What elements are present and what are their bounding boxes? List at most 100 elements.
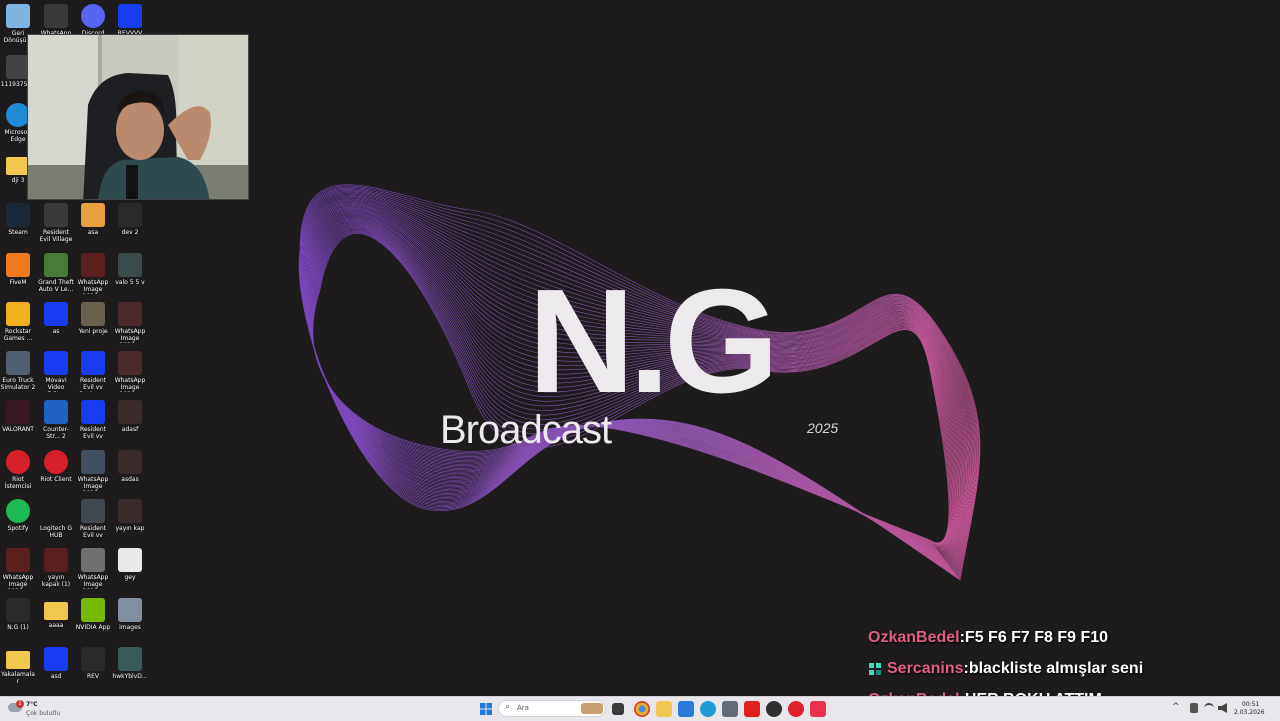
desktop-icon[interactable]: WhatsApp Image 2026... [112, 351, 148, 392]
wifi-icon[interactable] [1204, 703, 1214, 713]
desktop-icon-label: aaaa [48, 622, 64, 629]
cs2-icon [44, 400, 68, 424]
desktop-icon-label: WhatsApp Image 2026... [114, 328, 146, 343]
desktop-icon[interactable]: asdas [112, 450, 148, 483]
desktop-icon[interactable]: Steam [0, 203, 36, 236]
volume-icon[interactable] [1218, 703, 1227, 713]
desktop-icon[interactable]: Riot İstemcisi [0, 450, 36, 490]
chat-message: OzkanBedel : HER BOKU ATTIM [868, 684, 1268, 697]
youtube-icon[interactable] [744, 701, 760, 717]
obs-icon[interactable] [766, 701, 782, 717]
tray-chevron-icon[interactable]: ^ [1172, 702, 1180, 712]
chat-text: F5 F6 F7 F8 F9 F10 [964, 628, 1109, 646]
desktop-icon[interactable]: Counter-Str... 2 [38, 400, 74, 440]
desktop-icon[interactable]: WhatsApp Image 2026... [75, 253, 111, 294]
desktop-icon[interactable]: Resident Evil vv [75, 400, 111, 440]
desktop-icon[interactable]: N.G (1) [0, 598, 36, 631]
clock-date[interactable]: 2.03.2026 [1234, 709, 1265, 716]
desktop-icon[interactable]: yayın kap [112, 499, 148, 532]
media-file-icon [118, 548, 142, 572]
desktop-icon[interactable]: WhatsApp [38, 4, 74, 37]
desktop-icon[interactable]: Discord [75, 4, 111, 37]
desktop-icon[interactable]: asa [75, 203, 111, 236]
chat-text: blackliste almışlar seni [968, 659, 1144, 677]
desktop-icon-label: Steam [8, 229, 28, 236]
subscriber-badge-icon [869, 662, 881, 675]
task-view-icon[interactable] [612, 703, 624, 715]
desktop-icon-label: images [119, 624, 141, 631]
image-thumbnail-icon [81, 302, 105, 326]
desktop-icon-label: asa [87, 229, 99, 236]
image-thumbnail-icon [118, 400, 142, 424]
brand-year: 2025 [807, 420, 839, 436]
desktop-icon-label: gey [124, 574, 136, 581]
chat-text: HER BOKU ATTIM [965, 688, 1102, 697]
desktop-icon[interactable]: gey [112, 548, 148, 581]
image-thumbnail-icon [81, 450, 105, 474]
desktop-icon-label: N.G (1) [7, 624, 29, 631]
desktop-icon[interactable]: Yakalamalar [0, 647, 36, 685]
desktop-icon[interactable]: aaaa [38, 598, 74, 629]
desktop-icon[interactable]: NVIDIA App [75, 598, 111, 631]
weather-widget[interactable]: 1 7°C Çok bulutlu [6, 699, 76, 719]
desktop-icon[interactable]: REVVVV [112, 4, 148, 37]
desktop-icon[interactable]: WhatsApp Image 2026... [112, 302, 148, 343]
start-button[interactable] [478, 701, 494, 717]
desktop-icon[interactable]: Yeni proje [75, 302, 111, 335]
weather-desc: Çok bulutlu [26, 710, 61, 717]
desktop-icon[interactable]: Euro Truck Simulator 2 [0, 351, 36, 391]
desktop-icon[interactable]: images [112, 598, 148, 631]
desktop-icon[interactable]: adasf [112, 400, 148, 433]
desktop-icon[interactable]: FiveM [0, 253, 36, 286]
desktop-icon[interactable]: WhatsApp Image 2026... [75, 450, 111, 491]
desktop-icon[interactable]: yayın kapalı (1) [38, 548, 74, 588]
desktop-icon[interactable]: dev 2 [112, 203, 148, 236]
desktop-icon[interactable]: WhatsApp Image 2026... [0, 548, 36, 589]
network-icon[interactable] [1190, 703, 1198, 713]
microsoft-store-icon[interactable] [678, 701, 694, 717]
desktop-icon[interactable]: Resident Evil vv Backup... [75, 351, 111, 392]
desktop-icon[interactable]: Riot Client [38, 450, 74, 483]
desktop-icon-label: VALORANT [2, 426, 34, 433]
desktop-icon-label: WhatsApp Image 2026... [77, 279, 109, 294]
desktop-icon[interactable]: Spotify [0, 499, 36, 532]
chat-username: Sercanins [887, 659, 964, 677]
desktop-icon-label: yayın kapalı (1) [41, 574, 71, 588]
desktop-icon-label: WhatsApp Image 2026... [114, 377, 146, 392]
valorant-taskbar-icon[interactable] [810, 701, 826, 717]
chrome-icon[interactable] [634, 701, 650, 717]
image-thumbnail-icon [44, 548, 68, 572]
chat-message: Sercanins : blackliste almışlar seni [868, 653, 1268, 684]
desktop-icon[interactable]: as [38, 302, 74, 335]
desktop-icon[interactable]: Grand Theft Auto V Le... [38, 253, 74, 293]
edge-icon[interactable] [700, 701, 716, 717]
file-explorer-icon[interactable] [656, 701, 672, 717]
desktop-icon[interactable]: Logitech G HUB [38, 499, 74, 539]
video-thumbnail-icon [118, 253, 142, 277]
desktop-icon[interactable]: VALORANT [0, 400, 36, 433]
desktop-icon[interactable]: valo 5 5 v [112, 253, 148, 286]
desktop-icon[interactable]: Movavi Video Edit... [38, 351, 74, 392]
desktop-icon[interactable]: Rockstar Games ... [0, 302, 36, 342]
game-icon [44, 203, 68, 227]
brand-subtitle: Broadcast [440, 408, 612, 452]
desktop-icon-label: as [52, 328, 60, 335]
desktop-icon[interactable]: Resident Evil vv [75, 499, 111, 539]
desktop-icon[interactable]: asd [38, 647, 74, 680]
image-thumbnail-icon [118, 499, 142, 523]
desktop-icon[interactable]: Resident Evil Village [38, 203, 74, 243]
desktop-icon-label: Spotify [7, 525, 29, 532]
desktop-icon-label: Yakalamalar [1, 671, 35, 685]
chat-message: OzkanBedel : F5 F6 F7 F8 F9 F10 [868, 622, 1268, 653]
clock-time[interactable]: 00:51 [1242, 701, 1259, 708]
taskbar-search[interactable]: ⌕ Ara [498, 700, 606, 717]
spotify-icon [6, 499, 30, 523]
desktop-icon[interactable]: hwkYblvD... [112, 647, 148, 680]
opera-icon[interactable] [788, 701, 804, 717]
desktop-icon-label: REV [86, 673, 100, 680]
desktop-icon-label: yayın kap [115, 525, 145, 532]
settings-app-icon[interactable] [722, 701, 738, 717]
desktop-icon[interactable]: WhatsApp Image 2026... [75, 548, 111, 589]
blue-app-icon [44, 647, 68, 671]
desktop-icon[interactable]: REV [75, 647, 111, 680]
